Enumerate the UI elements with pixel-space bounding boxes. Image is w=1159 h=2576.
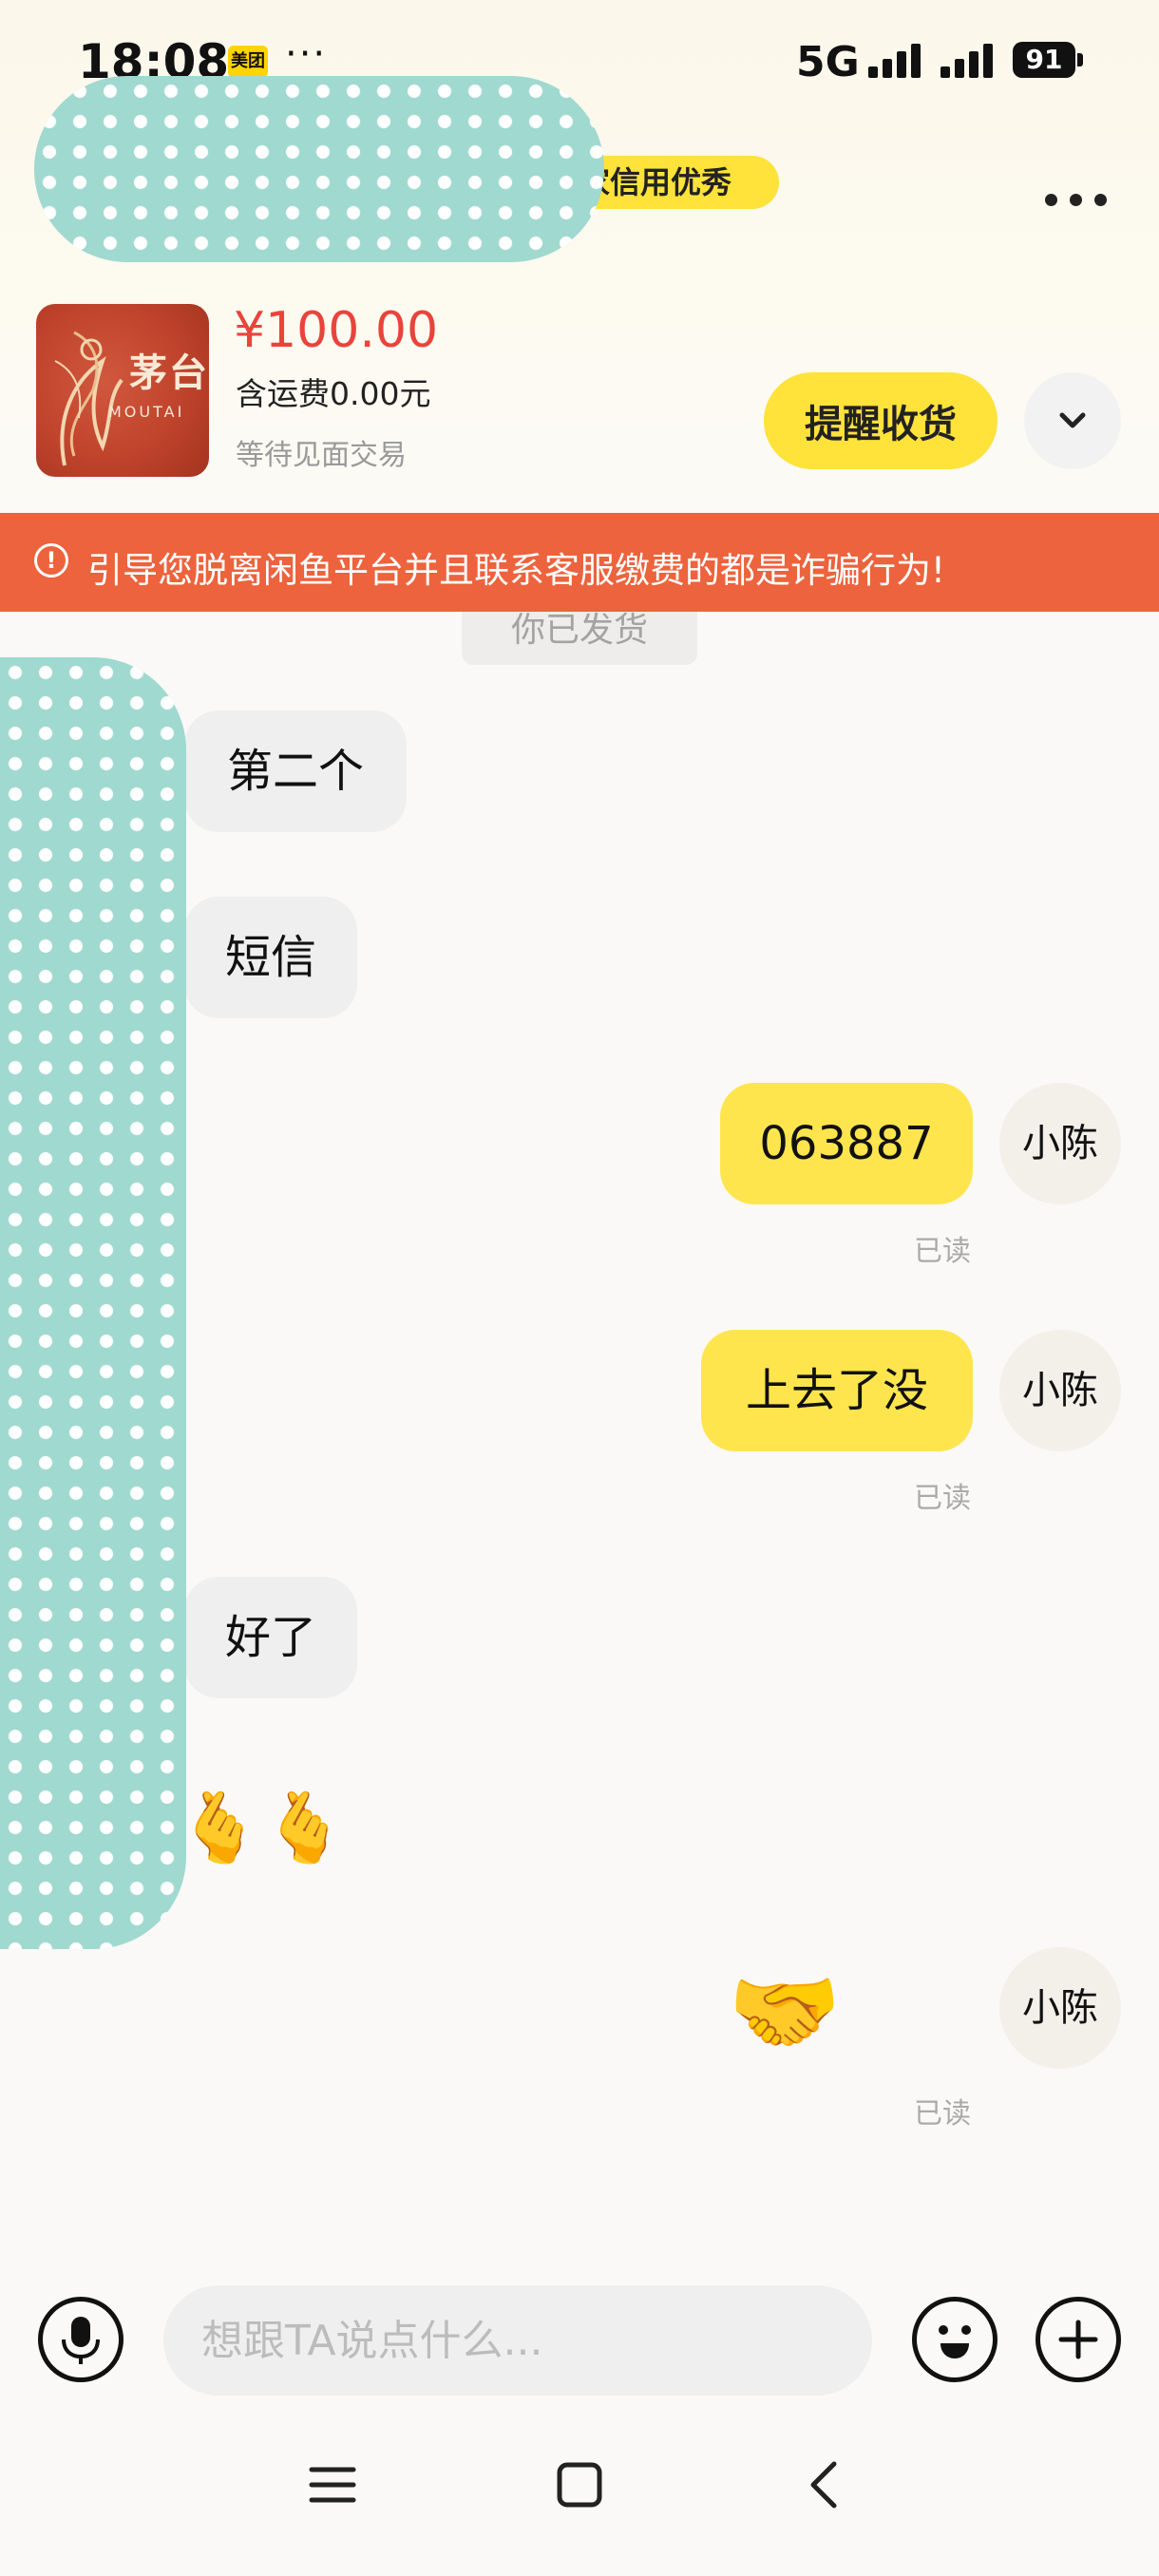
shipping-fee: 含运费0.00元: [236, 375, 431, 412]
more-horizontal-icon[interactable]: [1045, 190, 1112, 209]
product-brand-latin: MOUTAI: [108, 403, 185, 421]
handshake-emoji[interactable]: 🤝: [728, 1966, 842, 2057]
smiley-icon: [939, 2325, 971, 2358]
battery-cap: [1077, 53, 1083, 66]
battery-icon: 91: [1013, 42, 1075, 78]
alert-circle-icon: !: [34, 543, 68, 578]
anti-fraud-banner: ! 引导您脱离闲鱼平台并且联系客服缴费的都是诈骗行为!: [0, 513, 1159, 612]
order-status: 等待见面交易: [236, 439, 407, 472]
meituan-notification-icon: 美团: [228, 46, 268, 78]
read-receipt: 已读: [914, 2097, 971, 2131]
message-bubble-outgoing[interactable]: 063887: [720, 1083, 973, 1204]
chevron-down-icon: [1059, 412, 1086, 428]
voice-input-button[interactable]: [38, 2297, 124, 2382]
read-receipt: 已读: [914, 1482, 971, 1515]
system-notice: 你已发货: [462, 612, 697, 665]
avatar[interactable]: 小陈: [999, 1083, 1121, 1204]
message-input[interactable]: [163, 2285, 872, 2396]
anti-fraud-text: 引导您脱离闲鱼平台并且联系客服缴费的都是诈骗行为!: [87, 550, 945, 591]
signal-strength-icon: [868, 42, 925, 78]
remind-receipt-button[interactable]: 提醒收货: [764, 372, 998, 469]
message-bubble-incoming[interactable]: 短信: [184, 897, 357, 1018]
network-type: 5G: [796, 38, 860, 86]
microphone-icon: [62, 2317, 100, 2364]
message-bubble-outgoing[interactable]: 上去了没: [701, 1330, 973, 1451]
emoji-button[interactable]: [912, 2297, 998, 2382]
avatar[interactable]: 小陈: [999, 1947, 1121, 2069]
expand-order-button[interactable]: [1024, 372, 1121, 469]
redacted-user-name: [34, 76, 604, 262]
back-chevron-icon[interactable]: [800, 2460, 849, 2510]
message-bubble-incoming[interactable]: 好了: [184, 1577, 357, 1698]
more-notifications-indicator: ···: [285, 32, 328, 76]
product-thumbnail[interactable]: 茅台 MOUTAI: [36, 304, 209, 477]
avatar[interactable]: 小陈: [999, 1330, 1121, 1451]
redacted-contact-avatars: [0, 657, 186, 1949]
add-attachment-button[interactable]: [1036, 2297, 1121, 2382]
message-bubble-incoming[interactable]: 第二个: [184, 710, 407, 832]
signal-strength-icon: [940, 42, 998, 78]
product-brand: 茅台: [129, 350, 209, 395]
home-square-icon[interactable]: [555, 2460, 604, 2510]
product-price: ¥100.00: [234, 302, 439, 359]
finger-heart-emoji[interactable]: 🫰🫰: [177, 1793, 347, 1862]
menu-icon[interactable]: [308, 2460, 357, 2510]
read-receipt: 已读: [914, 1235, 971, 1268]
plus-icon: [1058, 2320, 1098, 2359]
